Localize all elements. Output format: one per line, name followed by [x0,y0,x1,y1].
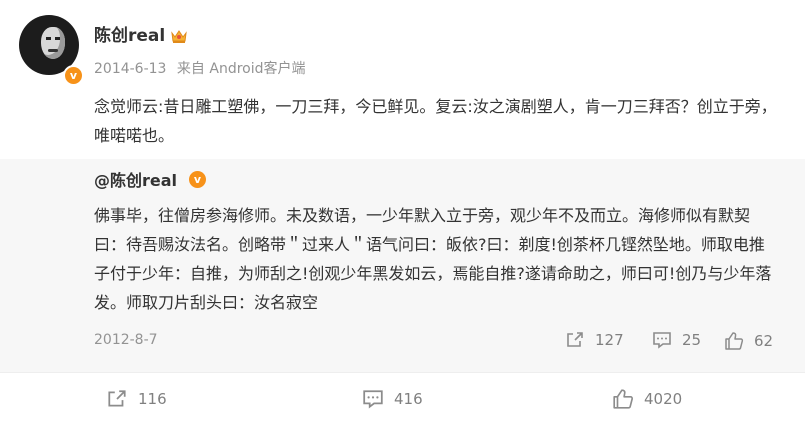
like-icon [613,389,634,409]
post-time[interactable]: 2014-6-13 [94,61,166,77]
post-meta: 2014-6-13 来自 Android客户端 [94,60,306,78]
like-count: 4020 [644,390,683,408]
repost-block[interactable]: @陈创real v 佛事毕，往僧房参海修师。未及数语，一少年默入立于旁，观少年不… [0,159,805,372]
weibo-post-card: v 陈创real 2014-6-13 来自 Android客户端 念觉师云:昔日… [0,0,805,428]
share-count: 116 [138,390,167,408]
repost-comment-button[interactable]: 25 [652,331,701,349]
like-button[interactable]: 4020 [612,388,682,410]
share-icon [108,390,126,407]
repost-share-button[interactable]: 127 [565,331,624,349]
repost-author[interactable]: @陈创real [94,171,177,191]
verified-badge-icon: v [189,171,206,188]
comment-icon [363,390,383,409]
like-icon [725,332,744,350]
avatar-face [41,27,65,59]
comment-count: 416 [394,390,423,408]
source-prefix: 来自 [176,61,205,77]
repost-share-count: 127 [595,331,624,349]
comment-icon [653,332,671,349]
post-text: 念觉师云:昔日雕工塑佛，一刀三拜，今已鲜见。复云:汝之演剧塑人，肯一刀三拜否？创… [94,97,777,145]
crown-icon[interactable] [170,28,188,44]
share-button[interactable]: 116 [106,389,167,409]
verified-badge-icon: v [63,65,84,86]
repost-date[interactable]: 2012-8-7 [94,332,158,348]
repost-comment-count: 25 [682,331,702,349]
share-icon [567,332,583,347]
post-source: Android客户端 [209,61,306,77]
repost-text: 佛事毕，往僧房参海修师。未及数语，一少年默入立于旁，观少年不及而立。海修师似有默… [94,206,772,312]
action-bar: 116 416 4020 [0,372,805,428]
author-name[interactable]: 陈创real [94,25,165,47]
repost-like-button[interactable]: 62 [724,331,773,351]
comment-button[interactable]: 416 [362,389,423,409]
repost-like-count: 62 [754,332,774,350]
